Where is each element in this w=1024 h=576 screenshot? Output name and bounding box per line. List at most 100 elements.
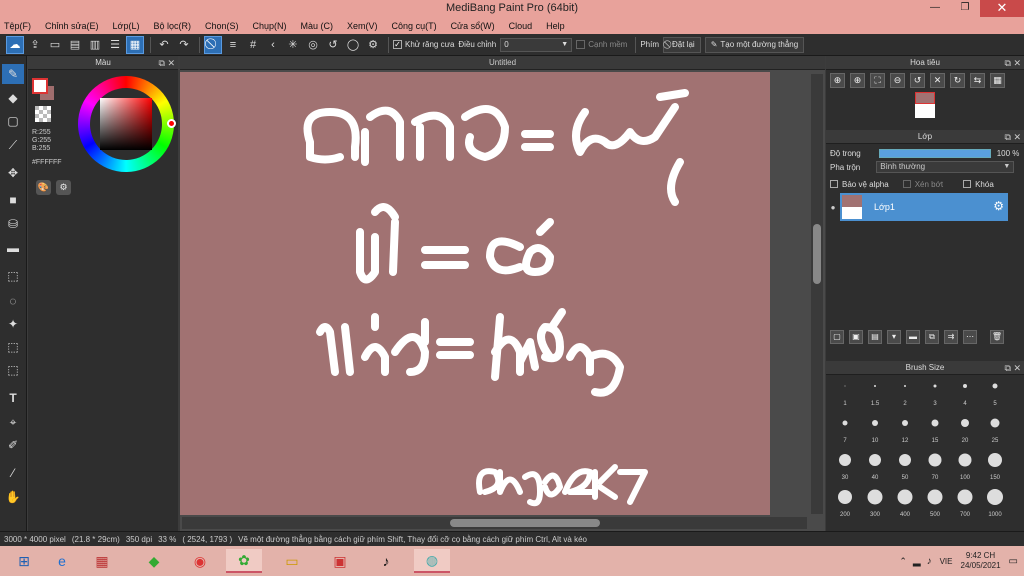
settings-icon[interactable]: ⚙: [364, 36, 382, 54]
brush-size-cell[interactable]: 50: [890, 450, 920, 484]
menu-layer[interactable]: Lớp(L): [113, 21, 140, 31]
menu-help[interactable]: Help: [546, 21, 565, 31]
hand-tool-icon[interactable]: ✋: [2, 487, 24, 507]
layer-visibility-icon[interactable]: ●: [826, 193, 840, 221]
brush-size-cell[interactable]: 700: [950, 487, 980, 521]
antialias-checkbox[interactable]: ✓: [393, 40, 402, 49]
brush-size-cell[interactable]: 400: [890, 487, 920, 521]
snap-off-icon[interactable]: ⃠: [204, 35, 222, 54]
menu-cloud[interactable]: Cloud: [509, 21, 533, 31]
vertical-scrollbar[interactable]: [811, 74, 823, 514]
navigator-preview[interactable]: [826, 90, 1024, 120]
radial-snap-icon[interactable]: ✳: [284, 36, 302, 54]
flip-horizontal-icon[interactable]: ⇆: [970, 72, 985, 88]
clipping-checkbox[interactable]: [902, 180, 911, 188]
rotate-left-icon[interactable]: ↺: [910, 72, 925, 88]
operation-tool-icon[interactable]: ⌖: [2, 412, 24, 432]
layer-menu-icon[interactable]: ⋯: [963, 330, 977, 344]
internet-explorer-icon[interactable]: e: [44, 549, 80, 573]
canvas-tab[interactable]: Untitled: [180, 56, 825, 70]
select-eraser-tool-icon[interactable]: ⬚: [2, 360, 24, 380]
zoom-out-icon[interactable]: ⊖: [890, 72, 905, 88]
move-tool-icon[interactable]: ✥: [2, 163, 24, 183]
document-icon[interactable]: ▥: [86, 36, 104, 54]
brush-size-cell[interactable]: 1.5: [860, 376, 890, 410]
brush-size-cell[interactable]: 12: [890, 413, 920, 447]
share-icon[interactable]: ⇪: [26, 36, 44, 54]
circle-snap-icon[interactable]: ◎: [304, 36, 322, 54]
network-icon[interactable]: ▂: [913, 556, 921, 567]
duplicate-layer-icon[interactable]: ⧉: [925, 330, 939, 344]
shape-tool-icon[interactable]: ■: [2, 190, 24, 210]
medibang-taskbar-icon[interactable]: ◍: [414, 549, 450, 573]
brush-size-cell[interactable]: 30: [830, 450, 860, 484]
menu-edit[interactable]: Chỉnh sửa(E): [45, 21, 99, 31]
reset-button[interactable]: ⃠Đặt lại: [663, 36, 701, 53]
horizontal-scroll-thumb[interactable]: [450, 519, 600, 527]
brush-size-cell[interactable]: 40: [860, 450, 890, 484]
eraser-tool-icon[interactable]: ◆: [2, 88, 24, 108]
horizontal-scrollbar[interactable]: [182, 517, 807, 529]
game-app-icon[interactable]: ✿: [226, 549, 262, 573]
gradient-tool-icon[interactable]: ▬: [2, 238, 24, 258]
rotate-right-icon[interactable]: ↻: [950, 72, 965, 88]
grid-icon[interactable]: ▦: [126, 35, 144, 54]
brush-size-cell[interactable]: 5: [980, 376, 1010, 410]
menu-filter[interactable]: Bộ lọc(R): [153, 21, 191, 31]
nav-settings-icon[interactable]: ▦: [990, 72, 1005, 88]
file-explorer-icon[interactable]: ▭: [274, 549, 310, 573]
menu-select[interactable]: Chọn(S): [205, 21, 239, 31]
cross-snap-icon[interactable]: #: [244, 36, 262, 54]
chat-icon[interactable]: ▤: [66, 36, 84, 54]
magic-wand-tool-icon[interactable]: ✦: [2, 314, 24, 334]
app-grid-icon[interactable]: ▦: [84, 549, 120, 573]
brush-size-cell[interactable]: 2: [890, 376, 920, 410]
brush-size-cell[interactable]: 150: [980, 450, 1010, 484]
windows-start-icon[interactable]: ⊞: [6, 549, 42, 573]
hue-wheel[interactable]: [78, 76, 176, 172]
protect-alpha-checkbox[interactable]: [830, 180, 838, 188]
comment-icon[interactable]: ▭: [46, 36, 64, 54]
minimize-button[interactable]: —: [920, 0, 950, 17]
brush-size-cell[interactable]: 7: [830, 413, 860, 447]
eyedropper-tool-icon[interactable]: ✐: [2, 435, 24, 455]
menu-file[interactable]: Tệp(F): [4, 21, 31, 31]
palette-icon[interactable]: 🎨: [36, 180, 51, 195]
blend-dropdown[interactable]: Bình thường ▼: [876, 161, 1015, 173]
vertical-scroll-thumb[interactable]: [813, 224, 821, 284]
pipette-tool-icon[interactable]: ⁄: [2, 463, 24, 483]
brush-size-cell[interactable]: 70: [920, 450, 950, 484]
vanish-snap-icon[interactable]: ‹: [264, 36, 282, 54]
chrome-icon[interactable]: ◉: [182, 549, 218, 573]
menu-snap[interactable]: Chụp(N): [253, 21, 287, 31]
new-halftone-layer-icon[interactable]: ▣: [849, 330, 863, 344]
opacity-slider[interactable]: [878, 148, 991, 158]
panel-close-icon[interactable]: ⧉ ✕: [1005, 56, 1021, 70]
fit-window-icon[interactable]: ⛶: [870, 72, 885, 88]
brush-size-cell[interactable]: 3: [920, 376, 950, 410]
bucket-tool-icon[interactable]: ⛁: [2, 214, 24, 234]
adjust-dropdown[interactable]: 0 ▼: [500, 37, 573, 52]
maximize-button[interactable]: ❐: [950, 0, 980, 17]
menu-view[interactable]: Xem(V): [347, 21, 378, 31]
menu-window[interactable]: Cửa sổ(W): [451, 21, 495, 31]
zoom-fit-icon[interactable]: ⊕: [830, 72, 845, 88]
panel-close-icon[interactable]: ⧉ ✕: [1005, 130, 1021, 144]
text-tool-icon[interactable]: T: [2, 388, 24, 408]
tiktok-icon[interactable]: ♪: [368, 549, 404, 573]
select-pen-tool-icon[interactable]: ⬚: [2, 337, 24, 357]
hue-knob[interactable]: [167, 119, 176, 128]
brush-size-cell[interactable]: 10: [860, 413, 890, 447]
close-button[interactable]: ✕: [980, 0, 1024, 17]
powerpoint-icon[interactable]: ▣: [322, 549, 358, 573]
brush-size-cell[interactable]: 20: [950, 413, 980, 447]
new-8bit-layer-icon[interactable]: ▤: [868, 330, 882, 344]
select-rect-tool-icon[interactable]: ⬚: [2, 266, 24, 286]
cloud-icon[interactable]: ☁: [6, 35, 24, 54]
menu-tools[interactable]: Công cụ(T): [392, 21, 437, 31]
gear-icon[interactable]: ⚙: [993, 199, 1004, 213]
tray-chevron-icon[interactable]: ⌃: [899, 556, 907, 567]
foreground-color-swatch[interactable]: [32, 78, 48, 94]
brush-size-cell[interactable]: 500: [920, 487, 950, 521]
smooth-checkbox[interactable]: [576, 40, 586, 49]
